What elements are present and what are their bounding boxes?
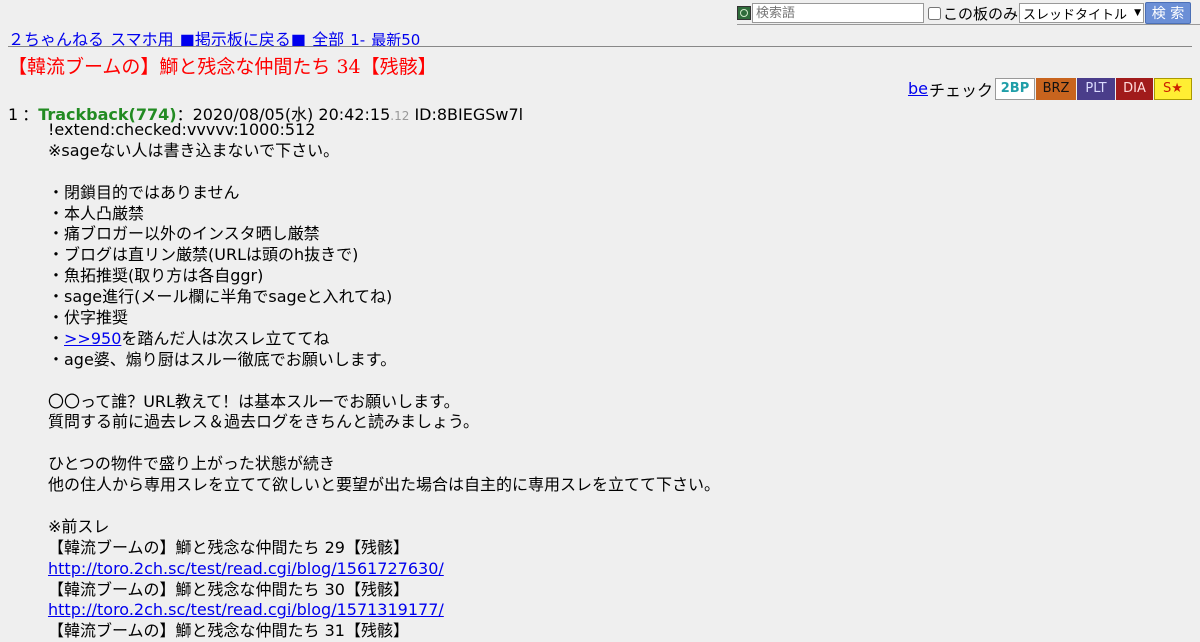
post-line: ・本人凸厳禁 — [48, 203, 145, 223]
post-line — [48, 162, 1188, 183]
post-line: 【韓流ブームの】鰤と残念な仲間たち 30【残骸】 — [48, 579, 409, 599]
site-logo-icon — [737, 6, 751, 20]
post-line: ・age婆、煽り厨はスルー徹底でお願いします。 — [48, 349, 397, 369]
search-input[interactable] — [752, 3, 924, 23]
post-line — [48, 371, 1188, 392]
post-line: 質問する前に過去レス＆過去ログをきちんと読みましょう。 — [48, 412, 480, 432]
be-link[interactable]: be — [908, 79, 928, 98]
search-divider — [737, 24, 1200, 25]
post-line-suffix: を踏んだ人は次スレ立ててね — [121, 328, 330, 348]
anchor-link[interactable]: >>950 — [64, 329, 121, 348]
post-line: 【韓流ブームの】鰤と残念な仲間たち 29【残骸】 — [48, 537, 409, 557]
post-line: ※前スレ — [48, 516, 110, 536]
search-bar: この板のみ スレッドタイトル ▼ 検 索 — [737, 2, 1200, 24]
badge-dia[interactable]: DIA — [1116, 77, 1153, 100]
divider — [8, 46, 1192, 47]
badge-brz[interactable]: BRZ — [1036, 77, 1076, 100]
thread-url-link[interactable]: http://toro.2ch.sc/test/read.cgi/blog/15… — [48, 559, 444, 578]
post-separator: ： — [22, 105, 39, 124]
post-line: ・魚拓推奨(取り方は各自ggr) — [48, 266, 264, 286]
badge-plt[interactable]: PLT — [1077, 77, 1115, 100]
post-line: ※sageない人は書き込まないで下さい。 — [48, 140, 340, 160]
search-type-value: スレッドタイトル — [1023, 7, 1128, 23]
post-line: ・>>950を踏んだ人は次スレ立ててね — [48, 329, 1188, 350]
badge-2bp[interactable]: 2BP — [995, 77, 1035, 100]
dropdown-arrow-icon: ▼ — [1134, 8, 1142, 18]
board-only-checkbox[interactable] — [928, 6, 941, 20]
post-line: ・痛ブロガー以外のインスタ晒し厳禁 — [48, 224, 320, 244]
be-check-label: チェック — [928, 80, 993, 100]
post-line: 【韓流ブームの】鰤と残念な仲間たち 31【残骸】 — [48, 621, 409, 641]
post-line: http://toro.2ch.sc/test/read.cgi/blog/15… — [48, 559, 1188, 580]
post-line — [48, 433, 1188, 454]
post-line: 〇〇って誰？URL教えて！は基本スルーでお願いします。 — [48, 391, 460, 411]
post-line: http://toro.2ch.sc/test/read.cgi/blog/15… — [48, 600, 1188, 621]
post-line: 他の住人から専用スレを立てて欲しいと要望が出た場合は自主的に専用スレを立てて下さ… — [48, 475, 721, 495]
post-number[interactable]: 1 — [8, 105, 18, 124]
post-line-prefix: ・ — [48, 328, 65, 348]
post-line: ・閉鎖目的ではありません — [48, 182, 240, 202]
board-only-label: この板のみ — [943, 4, 1019, 23]
post-line: !extend:checked:vvvvv:1000:512 — [48, 120, 316, 139]
post-line: ・伏字推奨 — [48, 308, 129, 328]
thread-title: 【韓流ブームの】鰤と残念な仲間たち 34【残骸】 — [8, 56, 437, 78]
post-line: ・ブログは直リン厳禁(URLは頭のh抜きで) — [48, 245, 359, 265]
post-line: ひとつの物件で盛り上がった状態が続き — [48, 454, 335, 474]
be-check-bar: be チェック 2BP BRZ PLT DIA S★ — [908, 77, 1192, 100]
badge-star[interactable]: S★ — [1154, 77, 1192, 100]
post-line — [48, 496, 1188, 517]
search-button[interactable]: 検 索 — [1145, 2, 1192, 24]
post-body: !extend:checked:vvvvv:1000:512 ※sageない人は書… — [48, 120, 1188, 642]
search-type-select[interactable]: スレッドタイトル ▼ — [1019, 3, 1145, 23]
post-line: ・sage進行(メール欄に半角でsageと入れてね) — [48, 287, 393, 307]
thread-url-link[interactable]: http://toro.2ch.sc/test/read.cgi/blog/15… — [48, 600, 444, 619]
